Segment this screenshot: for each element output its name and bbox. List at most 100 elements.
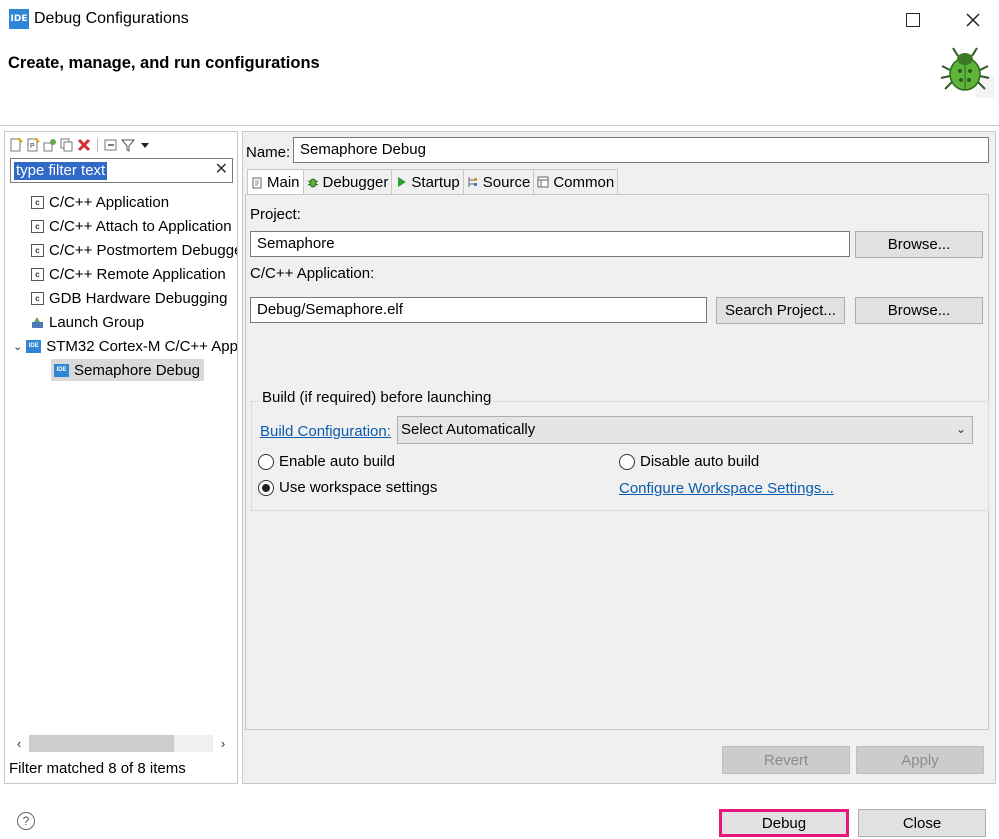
help-icon[interactable]: ?	[17, 812, 35, 830]
radio-label: Enable auto build	[279, 453, 395, 470]
tree-item-semaphore-debug[interactable]: IDE Semaphore Debug	[5, 358, 237, 382]
radio-button-checked[interactable]	[258, 479, 274, 496]
enable-auto-build-radio[interactable]: Enable auto build	[258, 453, 395, 470]
ide-icon: IDE	[54, 363, 69, 377]
tree-item-label: C/C++ Remote Application	[49, 265, 226, 283]
build-group-title: Build (if required) before launching	[259, 389, 495, 406]
maximize-icon	[906, 13, 920, 27]
maximize-button[interactable]	[890, 0, 936, 40]
tree-item-label: Launch Group	[49, 313, 145, 331]
close-window-button[interactable]	[950, 0, 996, 40]
scroll-right-icon[interactable]: ›	[213, 736, 233, 751]
main-tab-icon	[251, 177, 263, 189]
name-label: Name:	[246, 144, 291, 161]
tree-item-label: Semaphore Debug	[74, 361, 200, 379]
chevron-down-icon: ⌄	[955, 422, 966, 436]
tree-item-gdb-hardware[interactable]: c GDB Hardware Debugging	[5, 286, 237, 310]
tab-label: Main	[267, 174, 300, 191]
duplicate-icon[interactable]	[60, 138, 74, 152]
radio-label: Use workspace settings	[279, 479, 438, 496]
configure-workspace-settings-link[interactable]: Configure Workspace Settings...	[619, 480, 834, 497]
tab-main[interactable]: Main	[247, 169, 304, 195]
tree-item-launch-group[interactable]: Launch Group	[5, 310, 237, 334]
tree-item-label: C/C++ Application	[49, 193, 170, 211]
apply-button[interactable]: Apply	[856, 746, 984, 774]
application-input[interactable]: Debug/Semaphore.elf	[250, 297, 707, 323]
bug-icon	[940, 47, 994, 98]
clear-filter-icon[interactable]: ✕	[215, 161, 228, 179]
window-title: Debug Configurations	[34, 10, 189, 27]
tree-item-c-cpp-remote[interactable]: c C/C++ Remote Application	[5, 262, 237, 286]
application-label: C/C++ Application:	[250, 265, 375, 282]
tab-label: Debugger	[322, 173, 389, 191]
banner-title: Create, manage, and run configurations	[8, 54, 320, 72]
tree-item-stm32-cortex-m[interactable]: ⌄ IDE STM32 Cortex-M C/C++ Application	[5, 334, 237, 358]
tree-item-c-cpp-application[interactable]: c C/C++ Application	[5, 190, 237, 214]
c-app-icon: c	[31, 267, 44, 281]
radio-button[interactable]	[258, 453, 274, 470]
svg-text:P: P	[30, 143, 35, 150]
c-app-icon: c	[31, 243, 44, 257]
filter-input[interactable]: type filter text ✕	[10, 158, 233, 183]
filter-input-text: type filter text	[14, 162, 108, 180]
config-toolbar: P	[9, 136, 152, 154]
use-workspace-settings-radio[interactable]: Use workspace settings	[258, 479, 437, 496]
launch-group-icon	[31, 316, 44, 329]
common-tab-icon	[537, 176, 549, 188]
tab-label: Common	[553, 173, 615, 191]
build-configuration-select[interactable]: Select Automatically ⌄	[397, 416, 973, 444]
tab-source[interactable]: Source	[462, 169, 535, 194]
build-configuration-link[interactable]: Build Configuration:	[260, 423, 391, 440]
collapse-all-icon[interactable]	[104, 138, 118, 152]
scroll-track[interactable]	[29, 734, 213, 752]
configuration-tree: c C/C++ Application c C/C++ Attach to Ap…	[5, 190, 237, 382]
revert-button[interactable]: Revert	[722, 746, 850, 774]
toolbar-separator	[97, 138, 98, 152]
export-icon[interactable]	[43, 138, 57, 152]
source-tab-icon	[467, 176, 479, 188]
view-menu-icon[interactable]	[138, 138, 152, 152]
chevron-down-icon[interactable]: ⌄	[13, 340, 22, 353]
disable-auto-build-radio[interactable]: Disable auto build	[619, 453, 759, 470]
new-prototype-icon[interactable]: P	[26, 138, 40, 152]
filter-icon[interactable]	[121, 138, 135, 152]
title-bar: IDE Debug Configurations	[0, 0, 999, 40]
tree-item-label: GDB Hardware Debugging	[49, 289, 228, 307]
close-icon	[966, 13, 980, 27]
tab-debugger[interactable]: Debugger	[302, 169, 393, 194]
tree-item-c-cpp-postmortem[interactable]: c C/C++ Postmortem Debugger	[5, 238, 237, 262]
radio-label: Disable auto build	[640, 453, 760, 470]
selected-tree-item: IDE Semaphore Debug	[51, 359, 204, 381]
tree-item-label: C/C++ Attach to Application	[49, 217, 232, 235]
tree-item-label: STM32 Cortex-M C/C++ Application	[46, 337, 237, 355]
debugger-tab-icon	[307, 176, 319, 188]
tab-label: Source	[482, 173, 531, 191]
configuration-editor-panel: Name: Semaphore Debug Main Debugger Star…	[242, 131, 996, 784]
c-app-icon: c	[31, 219, 44, 233]
tab-common[interactable]: Common	[533, 169, 619, 194]
close-button[interactable]: Close	[858, 809, 986, 837]
c-app-icon: c	[31, 291, 44, 305]
project-browse-button[interactable]: Browse...	[855, 231, 983, 258]
tab-startup[interactable]: Startup	[391, 169, 464, 194]
tab-label: Startup	[411, 173, 460, 191]
ide-icon: IDE	[26, 339, 42, 353]
ide-app-icon: IDE	[9, 9, 29, 29]
header-banner: Create, manage, and run configurations	[0, 40, 999, 126]
new-config-icon[interactable]	[9, 138, 23, 152]
build-group: Build (if required) before launching Bui…	[251, 389, 989, 511]
scroll-left-icon[interactable]: ‹	[9, 736, 29, 751]
application-browse-button[interactable]: Browse...	[855, 297, 983, 324]
project-input[interactable]: Semaphore	[250, 231, 850, 257]
delete-icon[interactable]	[77, 138, 91, 152]
radio-button[interactable]	[619, 453, 635, 470]
debug-button[interactable]: Debug	[719, 809, 849, 837]
scroll-thumb[interactable]	[29, 734, 174, 752]
filter-status-text: Filter matched 8 of 8 items	[9, 760, 186, 777]
tree-item-c-cpp-attach[interactable]: c C/C++ Attach to Application	[5, 214, 237, 238]
configuration-list-panel: P type filter text ✕ c C/C++ Application…	[4, 131, 238, 784]
horizontal-scrollbar[interactable]: ‹ ›	[9, 732, 233, 754]
name-input[interactable]: Semaphore Debug	[293, 137, 989, 163]
tree-item-label: C/C++ Postmortem Debugger	[49, 241, 237, 259]
search-project-button[interactable]: Search Project...	[716, 297, 845, 324]
